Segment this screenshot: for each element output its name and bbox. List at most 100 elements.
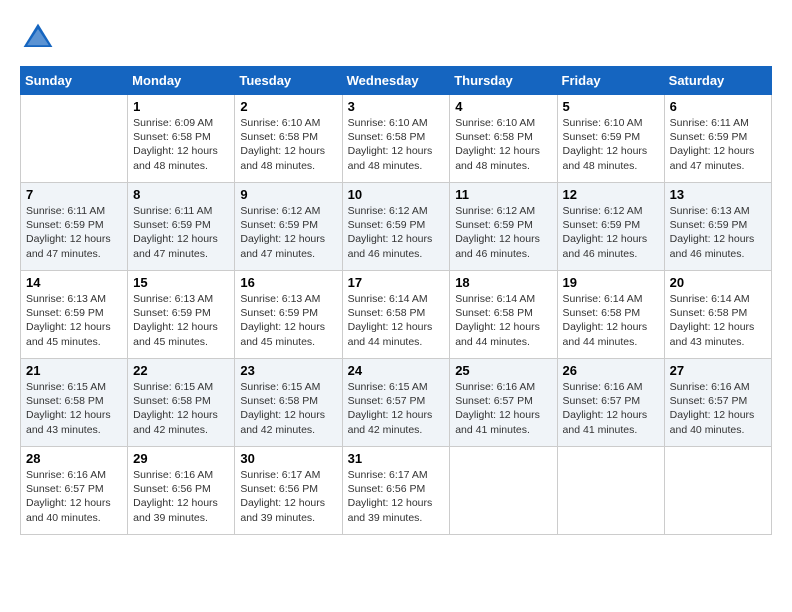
day-info: Sunrise: 6:15 AM Sunset: 6:58 PM Dayligh… [240, 380, 336, 437]
day-cell: 12 Sunrise: 6:12 AM Sunset: 6:59 PM Dayli… [557, 183, 664, 271]
day-cell: 19 Sunrise: 6:14 AM Sunset: 6:58 PM Dayli… [557, 271, 664, 359]
day-number: 28 [26, 451, 122, 466]
logo [20, 20, 62, 56]
week-row-5: 28 Sunrise: 6:16 AM Sunset: 6:57 PM Dayli… [21, 447, 772, 535]
day-number: 21 [26, 363, 122, 378]
day-cell: 1 Sunrise: 6:09 AM Sunset: 6:58 PM Daylig… [128, 95, 235, 183]
day-cell: 24 Sunrise: 6:15 AM Sunset: 6:57 PM Dayli… [342, 359, 450, 447]
day-info: Sunrise: 6:15 AM Sunset: 6:57 PM Dayligh… [348, 380, 445, 437]
day-number: 30 [240, 451, 336, 466]
day-info: Sunrise: 6:15 AM Sunset: 6:58 PM Dayligh… [133, 380, 229, 437]
day-cell: 13 Sunrise: 6:13 AM Sunset: 6:59 PM Dayli… [664, 183, 771, 271]
day-cell: 18 Sunrise: 6:14 AM Sunset: 6:58 PM Dayli… [450, 271, 557, 359]
day-info: Sunrise: 6:14 AM Sunset: 6:58 PM Dayligh… [563, 292, 659, 349]
day-number: 7 [26, 187, 122, 202]
day-number: 12 [563, 187, 659, 202]
calendar-header: SundayMondayTuesdayWednesdayThursdayFrid… [21, 67, 772, 95]
day-info: Sunrise: 6:17 AM Sunset: 6:56 PM Dayligh… [240, 468, 336, 525]
day-number: 1 [133, 99, 229, 114]
day-info: Sunrise: 6:10 AM Sunset: 6:58 PM Dayligh… [240, 116, 336, 173]
day-info: Sunrise: 6:16 AM Sunset: 6:57 PM Dayligh… [670, 380, 766, 437]
col-header-monday: Monday [128, 67, 235, 95]
day-number: 20 [670, 275, 766, 290]
day-cell: 17 Sunrise: 6:14 AM Sunset: 6:58 PM Dayli… [342, 271, 450, 359]
day-number: 18 [455, 275, 551, 290]
day-number: 22 [133, 363, 229, 378]
day-number: 15 [133, 275, 229, 290]
day-cell: 14Sunrise: 6:13 AM Sunset: 6:59 PM Dayli… [21, 271, 128, 359]
day-cell: 10 Sunrise: 6:12 AM Sunset: 6:59 PM Dayli… [342, 183, 450, 271]
day-info: Sunrise: 6:11 AM Sunset: 6:59 PM Dayligh… [670, 116, 766, 173]
week-row-3: 14 Sunrise: 6:13 AM Sunset: 6:59 PM Dayli… [21, 271, 772, 359]
day-info: Sunrise: 6:12 AM Sunset: 6:59 PM Dayligh… [563, 204, 659, 261]
day-number: 25 [455, 363, 551, 378]
day-cell [21, 95, 128, 183]
day-info: Sunrise: 6:16 AM Sunset: 6:57 PM Dayligh… [455, 380, 551, 437]
day-cell [450, 447, 557, 535]
logo-icon [20, 20, 56, 56]
day-cell: 31 Sunrise: 6:17 AM Sunset: 6:56 PM Dayli… [342, 447, 450, 535]
day-cell: 29Sunrise: 6:16 AM Sunset: 6:56 PM Dayli… [128, 447, 235, 535]
day-info: Sunrise: 6:14 AM Sunset: 6:58 PM Dayligh… [670, 292, 766, 349]
day-cell: 3Sunrise: 6:10 AM Sunset: 6:58 PM Daylig… [342, 95, 450, 183]
day-cell: 20 Sunrise: 6:14 AM Sunset: 6:58 PM Dayli… [664, 271, 771, 359]
header-row: SundayMondayTuesdayWednesdayThursdayFrid… [21, 67, 772, 95]
day-number: 13 [670, 187, 766, 202]
day-info: Sunrise: 6:09 AM Sunset: 6:58 PM Dayligh… [133, 116, 229, 173]
day-number: 11 [455, 187, 551, 202]
day-number: 2 [240, 99, 336, 114]
col-header-saturday: Saturday [664, 67, 771, 95]
day-number: 31 [348, 451, 445, 466]
day-cell: 25 Sunrise: 6:16 AM Sunset: 6:57 PM Dayli… [450, 359, 557, 447]
day-cell: 4Sunrise: 6:10 AM Sunset: 6:58 PM Daylig… [450, 95, 557, 183]
day-number: 27 [670, 363, 766, 378]
week-row-2: 7 Sunrise: 6:11 AM Sunset: 6:59 PM Daylig… [21, 183, 772, 271]
day-info: Sunrise: 6:10 AM Sunset: 6:58 PM Dayligh… [348, 116, 445, 173]
day-cell: 8 Sunrise: 6:11 AM Sunset: 6:59 PM Daylig… [128, 183, 235, 271]
day-cell: 2 Sunrise: 6:10 AM Sunset: 6:58 PM Daylig… [235, 95, 342, 183]
day-info: Sunrise: 6:14 AM Sunset: 6:58 PM Dayligh… [455, 292, 551, 349]
day-number: 14 [26, 275, 122, 290]
day-cell: 9Sunrise: 6:12 AM Sunset: 6:59 PM Daylig… [235, 183, 342, 271]
day-cell: 22 Sunrise: 6:15 AM Sunset: 6:58 PM Dayli… [128, 359, 235, 447]
day-cell: 7 Sunrise: 6:11 AM Sunset: 6:59 PM Daylig… [21, 183, 128, 271]
day-cell: 16Sunrise: 6:13 AM Sunset: 6:59 PM Dayli… [235, 271, 342, 359]
day-cell: 11 Sunrise: 6:12 AM Sunset: 6:59 PM Dayli… [450, 183, 557, 271]
day-cell: 21 Sunrise: 6:15 AM Sunset: 6:58 PM Dayli… [21, 359, 128, 447]
calendar-table: SundayMondayTuesdayWednesdayThursdayFrid… [20, 66, 772, 535]
day-cell: 30 Sunrise: 6:17 AM Sunset: 6:56 PM Dayli… [235, 447, 342, 535]
day-number: 16 [240, 275, 336, 290]
col-header-thursday: Thursday [450, 67, 557, 95]
day-info: Sunrise: 6:12 AM Sunset: 6:59 PM Dayligh… [455, 204, 551, 261]
day-info: Sunrise: 6:11 AM Sunset: 6:59 PM Dayligh… [133, 204, 229, 261]
day-info: Sunrise: 6:11 AM Sunset: 6:59 PM Dayligh… [26, 204, 122, 261]
day-number: 6 [670, 99, 766, 114]
day-cell [557, 447, 664, 535]
day-number: 24 [348, 363, 445, 378]
day-info: Sunrise: 6:10 AM Sunset: 6:59 PM Dayligh… [563, 116, 659, 173]
col-header-sunday: Sunday [21, 67, 128, 95]
day-info: Sunrise: 6:16 AM Sunset: 6:57 PM Dayligh… [563, 380, 659, 437]
day-number: 17 [348, 275, 445, 290]
day-cell: 27 Sunrise: 6:16 AM Sunset: 6:57 PM Dayli… [664, 359, 771, 447]
week-row-4: 21 Sunrise: 6:15 AM Sunset: 6:58 PM Dayli… [21, 359, 772, 447]
col-header-tuesday: Tuesday [235, 67, 342, 95]
day-cell: 26Sunrise: 6:16 AM Sunset: 6:57 PM Dayli… [557, 359, 664, 447]
calendar-body: 1 Sunrise: 6:09 AM Sunset: 6:58 PM Daylig… [21, 95, 772, 535]
week-row-1: 1 Sunrise: 6:09 AM Sunset: 6:58 PM Daylig… [21, 95, 772, 183]
day-cell [664, 447, 771, 535]
day-info: Sunrise: 6:16 AM Sunset: 6:57 PM Dayligh… [26, 468, 122, 525]
col-header-friday: Friday [557, 67, 664, 95]
day-number: 19 [563, 275, 659, 290]
day-cell: 28 Sunrise: 6:16 AM Sunset: 6:57 PM Dayli… [21, 447, 128, 535]
day-info: Sunrise: 6:13 AM Sunset: 6:59 PM Dayligh… [133, 292, 229, 349]
day-number: 8 [133, 187, 229, 202]
day-info: Sunrise: 6:12 AM Sunset: 6:59 PM Dayligh… [348, 204, 445, 261]
day-number: 10 [348, 187, 445, 202]
day-info: Sunrise: 6:17 AM Sunset: 6:56 PM Dayligh… [348, 468, 445, 525]
day-info: Sunrise: 6:14 AM Sunset: 6:58 PM Dayligh… [348, 292, 445, 349]
day-info: Sunrise: 6:13 AM Sunset: 6:59 PM Dayligh… [670, 204, 766, 261]
day-number: 9 [240, 187, 336, 202]
day-cell: 23Sunrise: 6:15 AM Sunset: 6:58 PM Dayli… [235, 359, 342, 447]
day-info: Sunrise: 6:15 AM Sunset: 6:58 PM Dayligh… [26, 380, 122, 437]
